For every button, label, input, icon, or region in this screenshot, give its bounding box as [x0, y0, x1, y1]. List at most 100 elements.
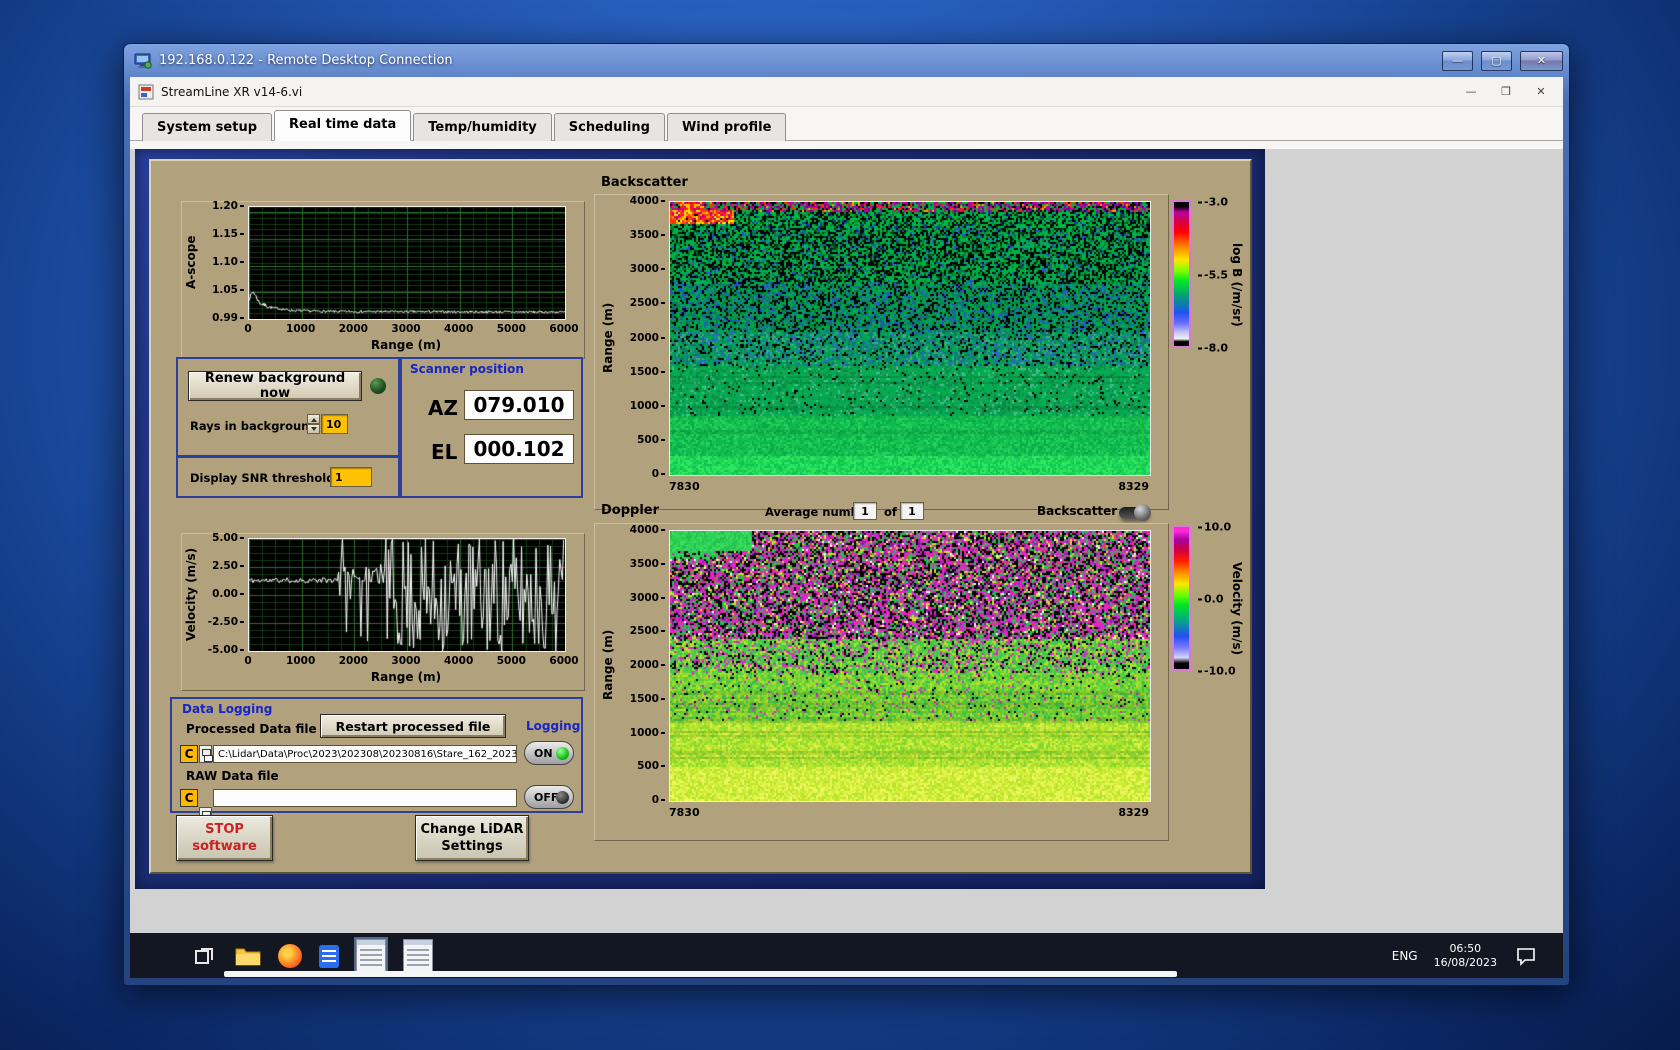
az-label: AZ	[428, 396, 458, 420]
rdp-window: 192.168.0.122 - Remote Desktop Connectio…	[123, 43, 1570, 986]
average-total-field[interactable]: 1	[900, 502, 924, 520]
az-value-field[interactable]: 079.010	[464, 390, 574, 420]
ascope-plot	[248, 206, 566, 320]
doppler-heatmap	[669, 530, 1151, 802]
maximize-button[interactable]: ▢	[1481, 50, 1512, 71]
tick-label: 1000	[286, 655, 316, 667]
logging-label: Logging	[526, 719, 581, 733]
remote-taskbar: ENG 06:50 16/08/2023	[130, 933, 1563, 978]
tick-label: 0.99	[212, 312, 244, 324]
off-led	[556, 790, 569, 804]
ascope-x-axis-label: Range (m)	[370, 338, 442, 352]
stop-software-button[interactable]: STOP software	[176, 815, 273, 861]
taskbar-scroll-strip[interactable]	[224, 971, 1177, 977]
tick-label: 2000	[338, 655, 368, 667]
doppler-colorbar	[1172, 525, 1191, 671]
change-lidar-settings-button[interactable]: Change LiDAR Settings	[415, 815, 529, 861]
close-button[interactable]: ✕	[1520, 50, 1563, 71]
tick-label: 3000	[630, 592, 665, 604]
tick-label: 1500	[630, 366, 665, 378]
doppler-x-min: 7830	[669, 806, 700, 819]
minimize-button[interactable]: —	[1442, 50, 1473, 71]
rdp-titlebar[interactable]: 192.168.0.122 - Remote Desktop Connectio…	[124, 44, 1569, 77]
backscatter-toggle-label: Backscatter	[1037, 504, 1118, 518]
tab-scheduling[interactable]: Scheduling	[553, 113, 665, 141]
data-logging-frame: Data Logging Processed Data file Restart…	[170, 697, 583, 825]
tick-label: 2000	[630, 659, 665, 671]
tick-label: 1.20	[212, 200, 244, 212]
notification-icon[interactable]	[1513, 943, 1539, 969]
scan-sched-window-2-icon[interactable]	[403, 939, 433, 973]
tab-gap	[130, 141, 1563, 149]
tick-label: -5.5	[1198, 269, 1228, 282]
tick-label: 1.05	[212, 284, 244, 296]
vi-window-title: StreamLine XR v14-6.vi	[161, 84, 303, 99]
velocity-x-ticks: 0 1000 2000 3000 4000 5000 6000	[244, 655, 578, 667]
backscatter-x-min: 7830	[669, 480, 700, 493]
restart-processed-file-label: Restart processed file	[335, 718, 491, 734]
backscatter-x-max: 8329	[1118, 480, 1149, 493]
raw-path-field[interactable]	[213, 789, 517, 807]
language-indicator[interactable]: ENG	[1392, 949, 1418, 963]
real-time-data-page: A-scope 1.20 1.15 1.10 1.05 0.99 0 1000 2000 30…	[149, 159, 1252, 874]
rays-in-background-field[interactable]: 10	[321, 414, 348, 434]
ascope-x-ticks: 0 1000 2000 3000 4000 5000 6000	[244, 323, 578, 335]
processed-browse-icon[interactable]	[199, 745, 213, 763]
doppler-colorbar-label: Velocity (m/s)	[1230, 562, 1244, 656]
tick-label: -5.00	[208, 644, 244, 656]
doppler-y-axis-label: Range (m)	[601, 629, 615, 701]
processed-path-field[interactable]: C:\Lidar\Data\Proc\2023\202308\20230816\…	[213, 745, 517, 763]
on-label: ON	[534, 746, 553, 760]
clock[interactable]: 06:50 16/08/2023	[1434, 942, 1497, 970]
backscatter-title: Backscatter	[601, 175, 688, 190]
velocity-y-axis-label: Velocity (m/s)	[184, 547, 198, 641]
tick-label: 1500	[630, 693, 665, 705]
backscatter-x-ticks: 7830 8329	[669, 480, 1149, 494]
restart-processed-file-button[interactable]: Restart processed file	[320, 714, 506, 738]
change-line2: Settings	[441, 839, 503, 854]
tab-wind-profile[interactable]: Wind profile	[666, 113, 787, 141]
tab-real-time-data[interactable]: Real time data	[274, 110, 412, 141]
data-logging-title: Data Logging	[182, 702, 273, 716]
tick-label: -3.0	[1198, 196, 1228, 209]
processed-drive-button[interactable]: C	[180, 745, 198, 763]
tick-label: 0	[244, 655, 252, 667]
scan-sched-window-1-icon[interactable]	[356, 939, 386, 973]
backscatter-toggle-switch[interactable]	[1119, 504, 1151, 521]
renew-background-button[interactable]: Renew background now	[188, 371, 362, 401]
file-explorer-icon[interactable]	[235, 943, 261, 969]
raw-drive-button[interactable]: C	[180, 789, 198, 807]
snr-threshold-frame: Display SNR threshold 1	[176, 456, 400, 498]
tick-label: 5.00	[212, 532, 244, 544]
tick-label: 0	[652, 468, 665, 480]
processed-logging-on-button[interactable]: ON	[524, 741, 574, 765]
tick-label: 0	[244, 323, 252, 335]
vi-minimize-button[interactable]: —	[1457, 81, 1485, 103]
velocity-graph: Velocity (m/s) 5.00 2.50 0.00 -2.50 -5.00 0 1…	[181, 532, 585, 691]
renew-background-led	[370, 378, 386, 394]
tick-label: 500	[637, 434, 665, 446]
doppler-graph: Range (m) 4000 3500 3000 2500 2000 1500 1000 50…	[594, 523, 1169, 841]
doppler-x-max: 8329	[1118, 806, 1149, 819]
rays-spinner[interactable]	[307, 414, 320, 434]
average-number-field[interactable]: 1	[853, 502, 877, 520]
firefox-icon[interactable]	[278, 944, 302, 968]
scanner-position-title: Scanner position	[410, 362, 524, 376]
vi-restore-button[interactable]: ❐	[1492, 81, 1520, 103]
raw-logging-off-button[interactable]: OFF	[524, 785, 574, 809]
notes-app-icon[interactable]	[319, 944, 339, 968]
tab-system-setup[interactable]: System setup	[142, 113, 273, 141]
tick-label: -2.50	[208, 616, 244, 628]
el-value-field[interactable]: 000.102	[464, 434, 574, 464]
velocity-x-axis-label: Range (m)	[370, 670, 442, 684]
task-view-icon[interactable]	[192, 943, 218, 969]
snr-spinner[interactable]	[316, 467, 329, 487]
tick-label: -8.0	[1198, 342, 1228, 355]
tab-temp-humidity[interactable]: Temp/humidity	[413, 113, 552, 141]
processed-data-file-label: Processed Data file	[186, 722, 317, 736]
change-line1: Change LiDAR	[420, 822, 524, 837]
snr-threshold-field[interactable]: 1	[330, 467, 372, 487]
vi-close-button[interactable]: ✕	[1527, 81, 1555, 103]
vi-titlebar[interactable]: StreamLine XR v14-6.vi — ❐ ✕	[130, 77, 1563, 107]
el-label: EL	[431, 440, 458, 464]
